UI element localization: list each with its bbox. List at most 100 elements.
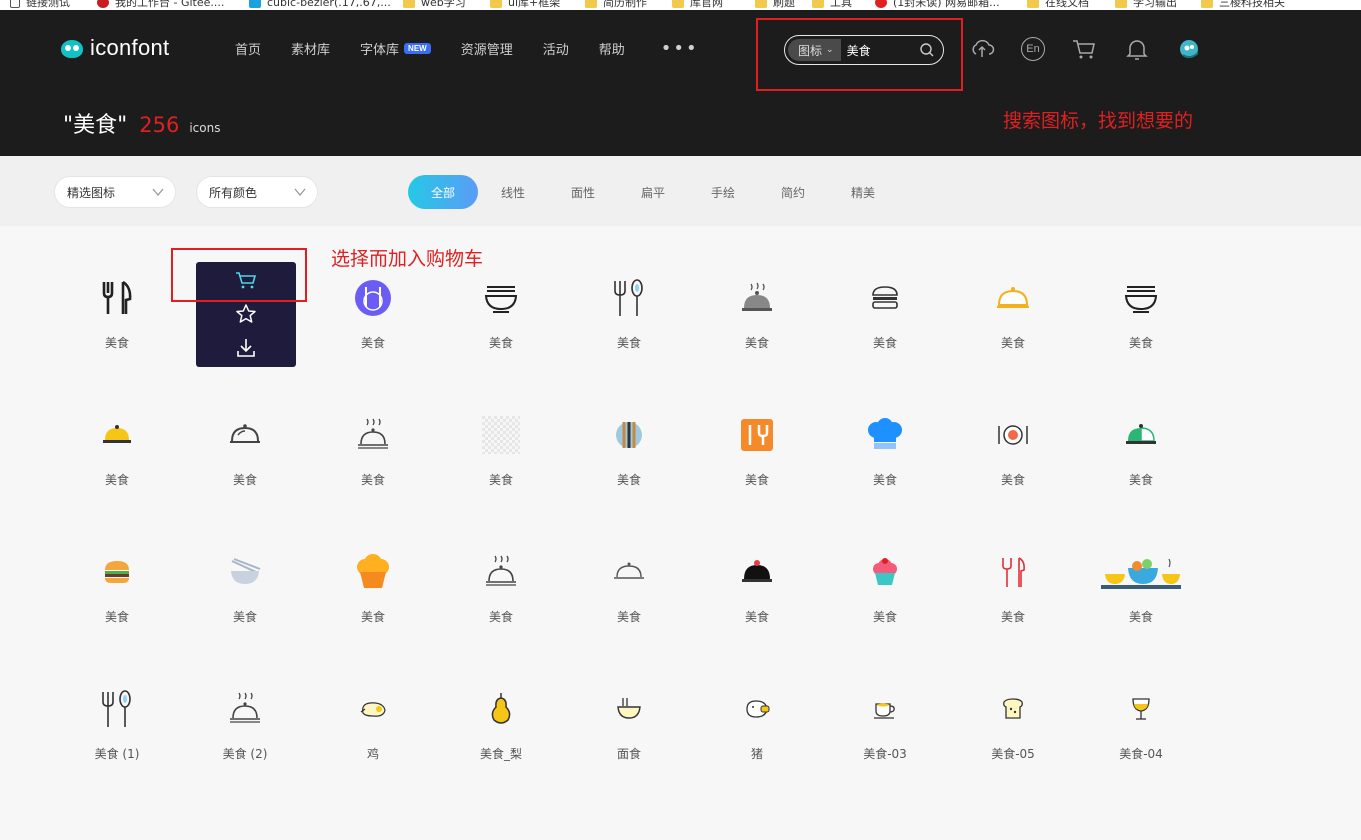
bookmark-item[interactable]: ui库+框架	[490, 0, 560, 10]
more-menu-icon[interactable]: •••	[661, 38, 699, 59]
cloche-outline-icon	[225, 413, 265, 457]
icon-card[interactable]: 美食	[309, 262, 437, 399]
tab-all[interactable]: 全部	[408, 175, 478, 209]
icon-label: 美食	[104, 336, 129, 350]
nav-resources[interactable]: 资源管理	[461, 39, 513, 58]
folder-icon	[1027, 0, 1039, 8]
cart-icon[interactable]	[1071, 36, 1097, 62]
nav-library[interactable]: 素材库	[291, 39, 330, 58]
bookmark-item[interactable]: cubic-bezier(.17,.67,...	[249, 0, 391, 10]
tab-fill[interactable]: 面性	[548, 175, 618, 209]
bell-icon[interactable]	[1124, 36, 1150, 62]
folder-icon	[812, 0, 824, 8]
icon-card[interactable]: 美食	[693, 399, 821, 536]
bookmark-item[interactable]: (1封未读) 网易邮箱...	[875, 0, 1000, 10]
tab-flat[interactable]: 扁平	[618, 175, 688, 209]
language-en-icon[interactable]: En	[1021, 37, 1045, 61]
icon-card[interactable]: 美食	[565, 536, 693, 673]
icon-card[interactable]: 美食	[53, 399, 181, 536]
bookmark-item[interactable]: 学习输出	[1115, 0, 1177, 10]
mail-icon	[875, 0, 887, 8]
icon-card[interactable]: 美食-04	[1077, 673, 1205, 810]
site-header: iconfont 首页 素材库 字体库 NEW 资源管理 活动 帮助 ••• 图标…	[0, 10, 1361, 156]
icon-label: 美食	[104, 473, 129, 487]
bookmark-item[interactable]: 库官网	[672, 0, 723, 10]
icon-card[interactable]: 美食	[565, 262, 693, 399]
icon-label: 美食 (1)	[94, 747, 140, 761]
icon-card[interactable]: 美食	[437, 399, 565, 536]
fork-spoon-icon	[97, 687, 137, 731]
icon-card[interactable]: 面食	[565, 673, 693, 810]
icon-card[interactable]: 美食	[821, 262, 949, 399]
tab-hand-drawn[interactable]: 手绘	[688, 175, 758, 209]
transparent-placeholder-icon	[481, 413, 521, 457]
nav-fonts[interactable]: 字体库 NEW	[360, 39, 431, 58]
upload-icon[interactable]	[969, 36, 995, 62]
icon-label: 美食-03	[863, 747, 907, 761]
bookmark-item[interactable]: 我的工作台 - Gitee....	[97, 0, 224, 10]
nav-help[interactable]: 帮助	[599, 39, 625, 58]
icon-card[interactable]: 美食	[53, 262, 181, 399]
icon-label: 美食	[1000, 473, 1025, 487]
tab-line[interactable]: 线性	[478, 175, 548, 209]
icon-type-select[interactable]: 精选图标	[54, 176, 176, 208]
icon-label: 美食	[1000, 610, 1025, 624]
icon-card[interactable]: 美食	[821, 399, 949, 536]
color-select[interactable]: 所有颜色	[196, 176, 318, 208]
cloche-steam-outline-icon	[353, 413, 393, 457]
pig-icon	[737, 687, 777, 731]
icon-card[interactable]: 美食-05	[949, 673, 1077, 810]
avatar[interactable]	[1177, 36, 1203, 62]
icon-card[interactable]: 美食	[181, 536, 309, 673]
icon-label: 美食	[1000, 336, 1025, 350]
icon-card[interactable]: 美食	[53, 536, 181, 673]
bookmark-item[interactable]: web学习	[403, 0, 466, 10]
icon-card[interactable]: 美食_梨	[437, 673, 565, 810]
icon-card[interactable]: 美食	[1077, 399, 1205, 536]
icon-card[interactable]: 美食	[1077, 536, 1205, 673]
bookmark-item[interactable]: 简历制作	[585, 0, 647, 10]
icon-card[interactable]: 美食	[821, 536, 949, 673]
bookmark-item[interactable]: 工具	[812, 0, 852, 10]
icon-card[interactable]: 美食	[437, 536, 565, 673]
icon-label: 美食	[488, 610, 513, 624]
icon-card[interactable]: 鸡	[309, 673, 437, 810]
noodle-bowl-icon	[1121, 276, 1161, 320]
icon-label: 美食	[744, 473, 769, 487]
icon-card[interactable]: 美食	[949, 536, 1077, 673]
bookmark-item[interactable]: 三棱科技相关	[1201, 0, 1285, 10]
icon-card[interactable]: 美食	[693, 536, 821, 673]
icon-card[interactable]: 美食	[949, 262, 1077, 399]
logo[interactable]: iconfont	[58, 34, 169, 62]
icon-card[interactable]: 美食	[565, 399, 693, 536]
icon-card[interactable]: 美食	[1077, 262, 1205, 399]
icon-label: 美食	[360, 473, 385, 487]
icon-card[interactable]: 美食 (2)	[181, 673, 309, 810]
icon-label: 美食	[744, 610, 769, 624]
nav-events[interactable]: 活动	[543, 39, 569, 58]
icon-card[interactable]: 美食	[949, 399, 1077, 536]
icon-card[interactable]: 美食	[309, 399, 437, 536]
tab-fine[interactable]: 精美	[828, 175, 898, 209]
tab-simple[interactable]: 简约	[758, 175, 828, 209]
bookmark-item[interactable]: 链接测试	[10, 0, 70, 10]
icon-card[interactable]: 美食	[693, 262, 821, 399]
icon-card[interactable]: 猪	[693, 673, 821, 810]
bookmark-item[interactable]: 在线文档	[1027, 0, 1089, 10]
bookmark-item[interactable]: 刷题	[755, 0, 795, 10]
icon-card[interactable]: 美食-03	[821, 673, 949, 810]
icon-card[interactable]: 美食	[181, 399, 309, 536]
nav-home[interactable]: 首页	[235, 39, 261, 58]
icon-card[interactable]: 美食	[309, 536, 437, 673]
favorite-button[interactable]	[232, 300, 260, 328]
folder-icon	[585, 0, 597, 8]
icon-label: 猪	[750, 747, 763, 761]
icon-label: 美食	[616, 610, 641, 624]
download-button[interactable]	[232, 334, 260, 362]
fork-knife-circle-icon	[609, 413, 649, 457]
cloche-green-icon	[1121, 413, 1161, 457]
icon-card[interactable]: 美食 (1)	[53, 673, 181, 810]
logo-text: iconfont	[90, 35, 170, 60]
search-highlight-box	[756, 18, 963, 91]
icon-card[interactable]: 美食	[437, 262, 565, 399]
